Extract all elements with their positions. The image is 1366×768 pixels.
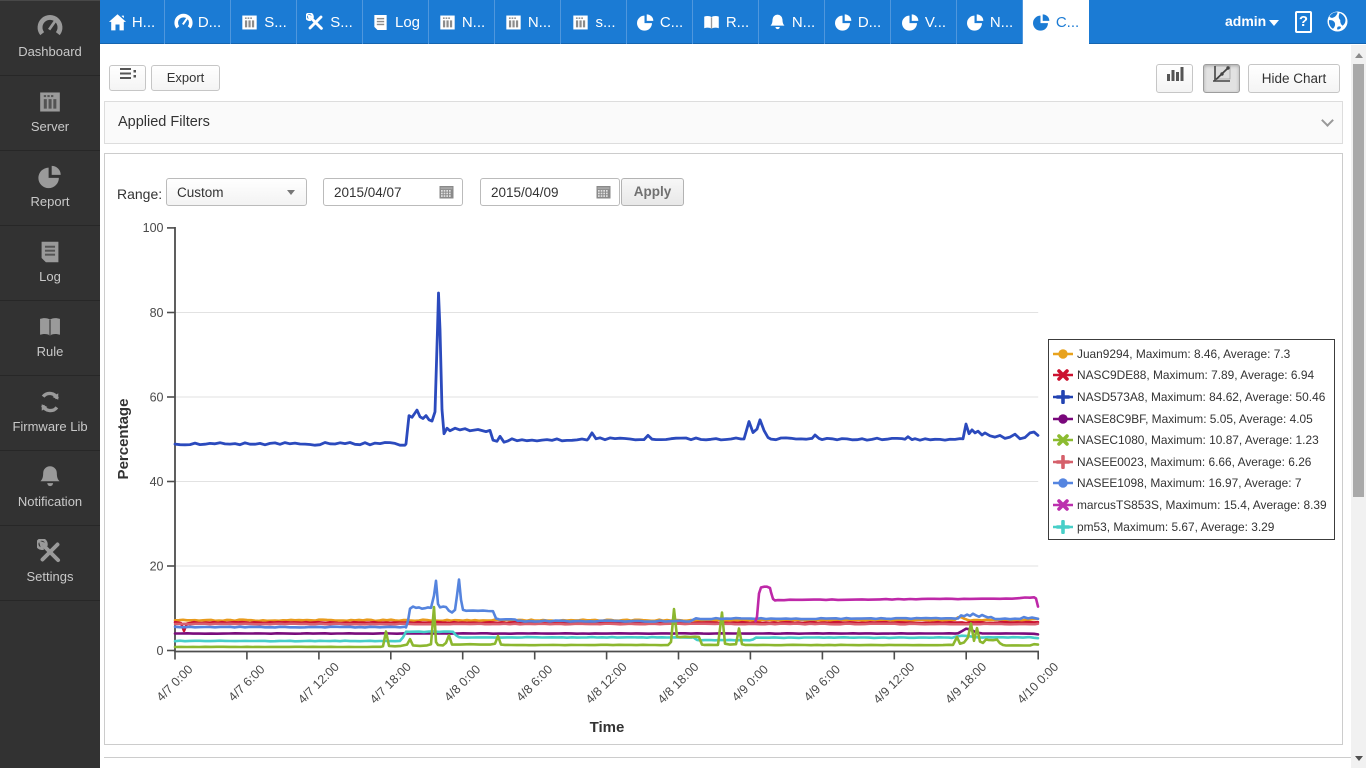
svg-text:4/7 12:00: 4/7 12:00 — [295, 660, 342, 707]
svg-text:60: 60 — [150, 390, 164, 404]
svg-text:4/9 0:00: 4/9 0:00 — [729, 662, 771, 704]
svg-text:4/7 18:00: 4/7 18:00 — [367, 660, 414, 707]
svg-text:4/8 12:00: 4/8 12:00 — [583, 660, 630, 707]
svg-text:Percentage: Percentage — [115, 399, 132, 480]
svg-text:4/9 12:00: 4/9 12:00 — [871, 660, 918, 707]
svg-text:4/8 18:00: 4/8 18:00 — [655, 660, 702, 707]
svg-text:80: 80 — [150, 306, 164, 320]
svg-text:4/7 0:00: 4/7 0:00 — [154, 662, 196, 704]
svg-text:40: 40 — [150, 475, 164, 489]
svg-text:Time: Time — [590, 719, 625, 736]
svg-text:4/7 6:00: 4/7 6:00 — [226, 662, 268, 704]
svg-text:4/9 6:00: 4/9 6:00 — [801, 662, 843, 704]
svg-text:0: 0 — [157, 644, 164, 658]
svg-text:20: 20 — [150, 559, 164, 573]
svg-text:4/9 18:00: 4/9 18:00 — [942, 660, 989, 707]
svg-text:4/8 6:00: 4/8 6:00 — [513, 662, 555, 704]
svg-text:4/8 0:00: 4/8 0:00 — [441, 662, 483, 704]
svg-text:100: 100 — [143, 221, 164, 235]
svg-text:4/10 0:00: 4/10 0:00 — [1014, 660, 1061, 707]
